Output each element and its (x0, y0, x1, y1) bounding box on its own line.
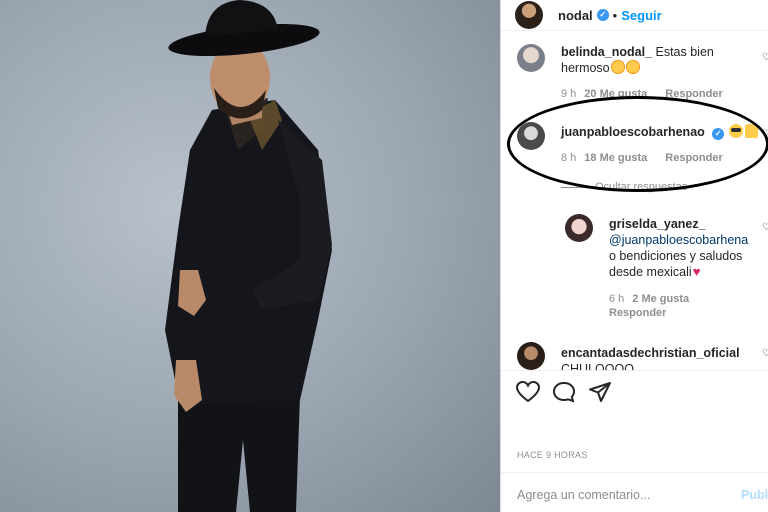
heart-emoji-icon: ♥ (692, 264, 701, 279)
reply-body: o bendiciones y saludos (609, 249, 743, 263)
author-avatar[interactable] (515, 1, 543, 29)
heart-icon[interactable] (516, 381, 540, 403)
add-comment-input[interactable]: Agrega un comentario... (517, 488, 650, 502)
comment-avatar[interactable] (517, 342, 545, 370)
reply-text: griselda_yanez_ @juanpabloescobarhena o … (609, 216, 768, 280)
like-comment-icon[interactable]: ♡ (762, 348, 768, 359)
reply-meta: 6 h 2 Me gusta Responder (609, 292, 729, 320)
comment-body: Estas bien (655, 45, 714, 59)
comment-avatar[interactable] (517, 44, 545, 72)
comment-time: 9 h (561, 88, 577, 100)
star-struck-emoji-icon (610, 60, 625, 74)
comment-body-cont: hermoso (561, 61, 610, 75)
comment-icon[interactable] (552, 381, 576, 403)
man-in-black-suit-and-hat-illustration (165, 0, 332, 512)
reply-username[interactable]: griselda_yanez_ (609, 217, 706, 231)
star-struck-emoji-icon (625, 60, 640, 74)
comments-panel: nodal ✓ • Seguir belinda_nodal_ Estas bi… (500, 0, 768, 512)
post-actions (501, 370, 768, 408)
reply-body-cont: desde mexicali (609, 265, 692, 279)
reply-avatar[interactable] (565, 214, 593, 242)
follow-button[interactable]: Seguir (621, 8, 661, 23)
reply-time: 6 h (609, 293, 625, 305)
reply-likes[interactable]: 2 Me gusta (632, 293, 689, 305)
mention-link[interactable]: @juanpabloescobarhena (609, 233, 748, 247)
like-comment-icon[interactable]: ♡ (762, 222, 768, 233)
publish-button[interactable]: Publicar (741, 488, 768, 502)
separator-dot: • (612, 7, 618, 23)
post-timestamp: HACE 9 HORAS (517, 450, 588, 460)
verified-badge-icon: ✓ (596, 9, 609, 21)
post-photo (0, 0, 500, 512)
comment-text: belinda_nodal_ Estas bien hermoso (561, 44, 751, 76)
comment-username[interactable]: encantadasdechristian_oficial (561, 346, 740, 360)
post-header: nodal ✓ • Seguir (501, 0, 768, 30)
add-comment-divider (501, 472, 768, 473)
annotation-circle (507, 96, 768, 192)
reply-button[interactable]: Responder (609, 307, 666, 319)
comment-username[interactable]: belinda_nodal_ (561, 45, 652, 59)
header-divider (501, 30, 768, 31)
send-icon[interactable] (588, 381, 612, 403)
author-username[interactable]: nodal (558, 8, 593, 23)
like-comment-icon[interactable]: ♡ (762, 52, 768, 63)
